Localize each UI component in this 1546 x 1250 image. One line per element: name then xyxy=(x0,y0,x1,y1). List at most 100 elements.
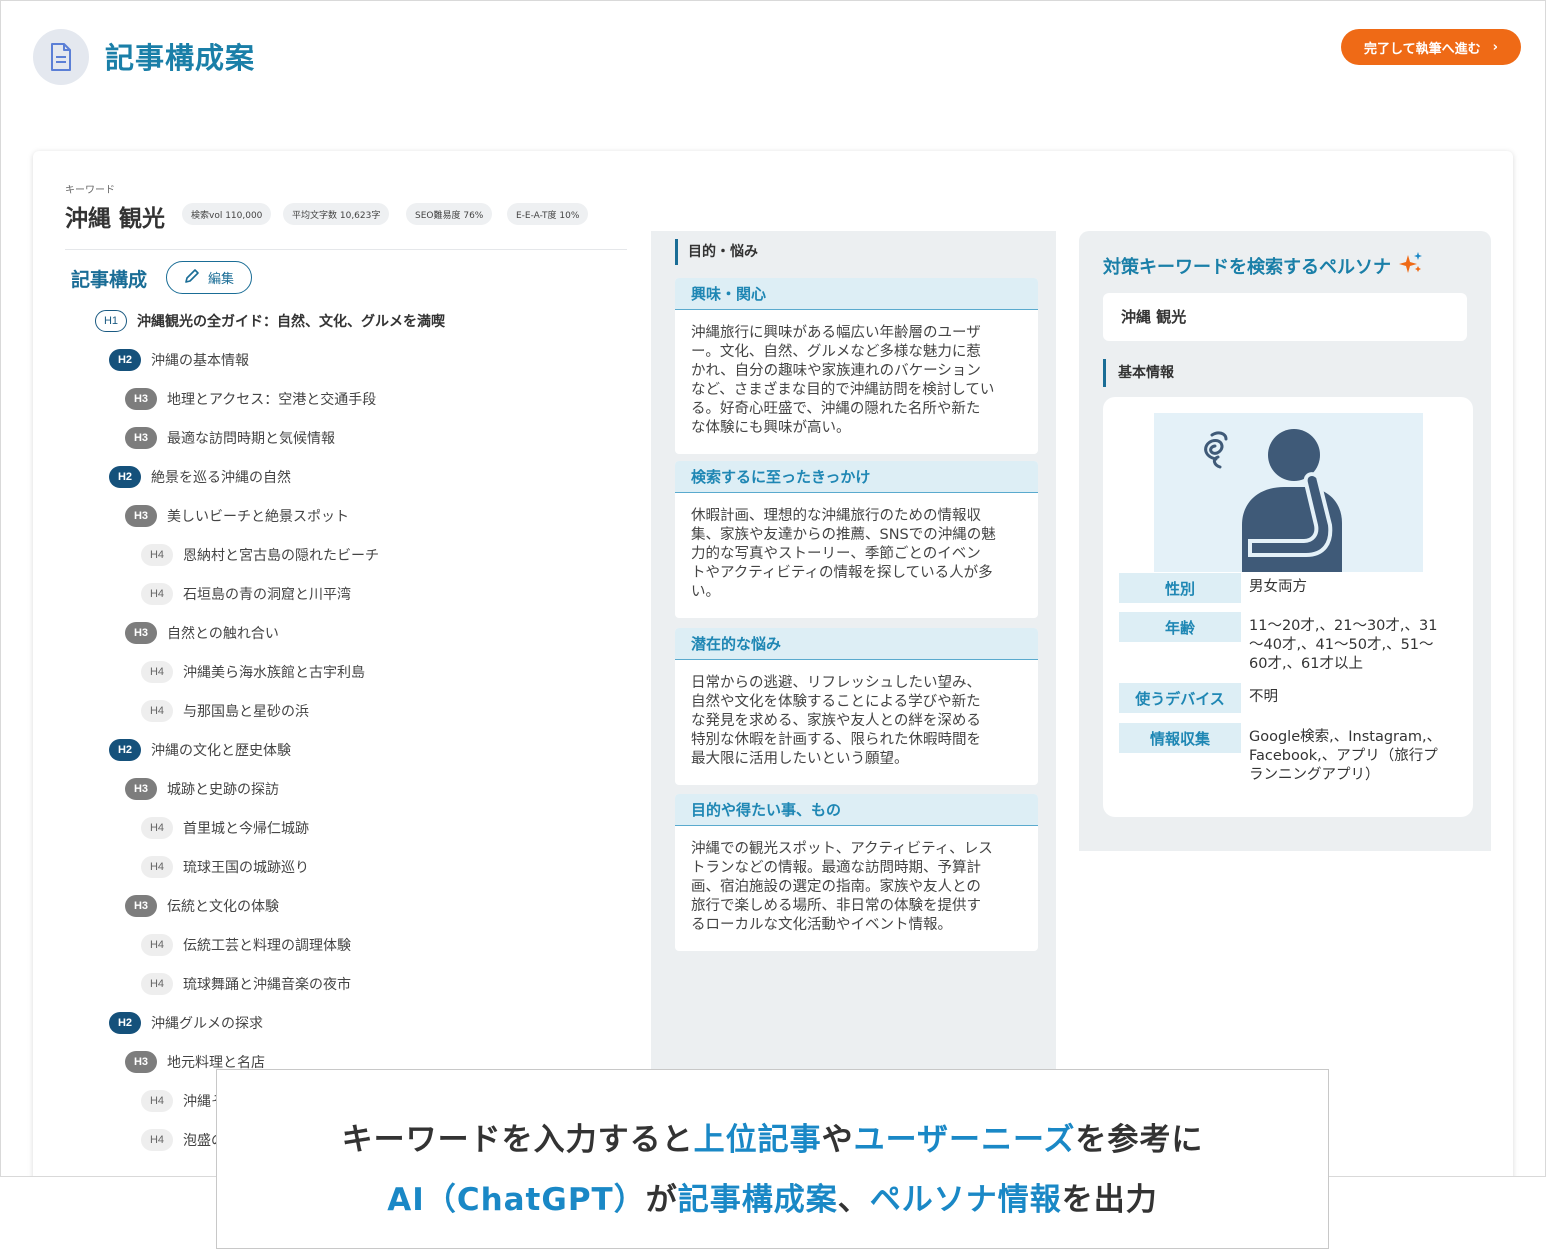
outline-item-text: 琉球舞踊と沖縄音楽の夜市 xyxy=(183,977,351,993)
outline-item[interactable]: H4 石垣島の青の洞窟と川平湾 xyxy=(141,583,351,605)
outline-item[interactable]: H2 沖縄グルメの探求 xyxy=(109,1012,263,1034)
outline-item-text: 琉球王国の城跡巡り xyxy=(183,860,309,876)
caption-highlight: 上位記事 xyxy=(693,1122,822,1158)
body-line: 最大限に活用したいという願望。 xyxy=(691,751,909,767)
app-window: 記事構成案 完了して執筆へ進む › キーワード 沖縄 観光 検索vol 110,… xyxy=(0,0,1546,1177)
purpose-panel: 目的・悩み 興味・関心 沖縄旅行に興味がある幅広い年齢層のユーザ ー。文化、自然、グ… xyxy=(651,231,1056,1176)
body-line: 旅行で楽しめる場所、非日常の体験を提供す xyxy=(691,898,981,914)
caption-line-1: キーワードを入力すると上位記事やユーザーニーズを参考に xyxy=(217,1114,1328,1159)
body-line: 休暇計画、理想的な沖縄旅行のための情報収 xyxy=(691,508,981,524)
caption-highlight: AI（ChatGPT） xyxy=(387,1182,646,1218)
heading-level-tag: H2 xyxy=(109,349,141,371)
body-line: い。 xyxy=(691,584,720,600)
sparkle-icon xyxy=(1399,251,1423,280)
outline-item[interactable]: H3 城跡と史跡の探訪 xyxy=(125,778,279,800)
outline-item[interactable]: H3 美しいビーチと絶景スポット xyxy=(125,505,349,527)
caption-box: キーワードを入力すると上位記事やユーザーニーズを参考に AI（ChatGPT）が… xyxy=(216,1069,1329,1249)
outline-item-text: 美しいビーチと絶景スポット xyxy=(167,509,349,525)
outline-item[interactable]: H4 沖縄そ xyxy=(141,1090,225,1112)
attribute-value-line: 11〜20才,、21〜30才,、31 xyxy=(1249,618,1438,634)
outline-item[interactable]: H4 与那国島と星砂の浜 xyxy=(141,700,309,722)
persona-title-text: 対策キーワードを検索するペルソナ xyxy=(1103,256,1391,278)
attribute-label: 性別 xyxy=(1119,573,1241,603)
outline-item-text: 沖縄美ら海水族館と古宇利島 xyxy=(183,665,365,681)
heading-level-tag: H4 xyxy=(141,856,173,878)
pencil-icon xyxy=(184,268,200,288)
outline-item-text: 沖縄の文化と歴史体験 xyxy=(151,743,291,759)
outline-item[interactable]: H3 地理とアクセス：空港と交通手段 xyxy=(125,388,376,410)
attribute-label: 使うデバイス xyxy=(1119,683,1241,713)
purpose-section-title: 潜在的な悩み xyxy=(675,628,1038,660)
outline-item-text: 石垣島の青の洞窟と川平湾 xyxy=(183,587,351,603)
body-line: ー。文化、自然、グルメなど多様な魅力に惹 xyxy=(691,344,981,360)
body-line: 特別な休暇を計画する、限られた休暇時間を xyxy=(691,732,981,748)
outline-item[interactable]: H4 琉球王国の城跡巡り xyxy=(141,856,309,878)
body-line: 沖縄旅行に興味がある幅広い年齢層のユーザ xyxy=(691,325,981,341)
purpose-section-title: 検索するに至ったきっかけ xyxy=(675,461,1038,493)
purpose-section: 潜在的な悩み 日常からの逃避、リフレッシュしたい望み、 自然や文化を体験することによ… xyxy=(675,628,1038,785)
body-line: 集、家族や友達からの推薦、SNSでの沖縄の魅 xyxy=(691,527,996,543)
heading-level-tag: H3 xyxy=(125,388,157,410)
heading-level-tag: H4 xyxy=(141,1090,173,1112)
outline-item-text: 沖縄の基本情報 xyxy=(151,353,249,369)
outline-item-text: 伝統と文化の体験 xyxy=(167,899,279,915)
search-volume-badge: 検索vol 110,000 xyxy=(182,203,272,225)
purpose-heading: 目的・悩み xyxy=(675,239,758,265)
outline-item-text: 恩納村と宮古島の隠れたビーチ xyxy=(183,548,379,564)
attribute-value: 不明 xyxy=(1249,688,1464,707)
outline-item-text: 地理とアクセス：空港と交通手段 xyxy=(167,392,377,408)
outline-item[interactable]: H1 沖縄観光の全ガイド：自然、文化、グルメを満喫 xyxy=(95,310,445,332)
body-line: 画、宿泊施設の選定の指南。家族や友人との xyxy=(691,879,981,895)
attribute-value-line: 男女両方 xyxy=(1249,579,1307,595)
outline-item-text: 最適な訪問時期と気候情報 xyxy=(167,431,335,447)
edit-button[interactable]: 編集 xyxy=(166,261,252,294)
complete-and-write-button[interactable]: 完了して執筆へ進む › xyxy=(1341,29,1521,65)
outline-item-text: 絶景を巡る沖縄の自然 xyxy=(151,470,291,486)
body-line: 自然や文化を体験することによる学びや新た xyxy=(691,694,981,710)
body-line: トランなどの情報。最適な訪問時期、予算計 xyxy=(691,860,981,876)
attribute-value-line: 不明 xyxy=(1249,689,1278,705)
outline-item[interactable]: H2 絶景を巡る沖縄の自然 xyxy=(109,466,291,488)
persona-panel: 対策キーワードを検索するペルソナ 沖縄 観光 基本情報 性別 男女両方 年齢 1… xyxy=(1079,231,1491,851)
edit-button-label: 編集 xyxy=(207,272,234,287)
heading-level-tag: H2 xyxy=(109,739,141,761)
purpose-section-body: 沖縄での観光スポット、アクティビティ、レス トランなどの情報。最適な訪問時期、予算… xyxy=(675,826,1038,951)
outline-item[interactable]: H4 首里城と今帰仁城跡 xyxy=(141,817,309,839)
outline-item[interactable]: H4 琉球舞踊と沖縄音楽の夜市 xyxy=(141,973,351,995)
outline-item[interactable]: H2 沖縄の文化と歴史体験 xyxy=(109,739,291,761)
seo-difficulty-badge: SEO難易度 76% xyxy=(406,203,493,225)
outline-item[interactable]: H3 自然との触れ合い xyxy=(125,622,279,644)
persona-title: 対策キーワードを検索するペルソナ xyxy=(1103,251,1423,280)
caption-text: や xyxy=(821,1122,854,1158)
divider xyxy=(65,249,627,250)
attribute-value: Google検索,、Instagram,、 Facebook,、アプリ（旅行プ ラン… xyxy=(1249,728,1464,785)
outline-item-text: 伝統工芸と料理の調理体験 xyxy=(183,938,351,954)
outline-item[interactable]: H4 恩納村と宮古島の隠れたビーチ xyxy=(141,544,379,566)
heading-level-tag: H4 xyxy=(141,583,173,605)
heading-level-tag: H2 xyxy=(109,466,141,488)
outline-title: 記事構成 xyxy=(71,269,148,291)
purpose-section-body: 沖縄旅行に興味がある幅広い年齢層のユーザ ー。文化、自然、グルメなど多様な魅力に惹… xyxy=(675,310,1038,454)
outline-item[interactable]: H4 泡盛の xyxy=(141,1129,225,1151)
heading-level-tag: H4 xyxy=(141,1129,173,1151)
attribute-value-line: 〜40才,、41〜50才,、51〜 xyxy=(1249,637,1434,653)
purpose-section-body: 日常からの逃避、リフレッシュしたい望み、 自然や文化を体験することによる学びや新た… xyxy=(675,660,1038,785)
heading-level-tag: H4 xyxy=(141,700,173,722)
outline-item[interactable]: H3 伝統と文化の体験 xyxy=(125,895,279,917)
caption-line-2: AI（ChatGPT）が記事構成案、ペルソナ情報を出力 xyxy=(217,1174,1328,1219)
attribute-value: 11〜20才,、21〜30才,、31 〜40才,、41〜50才,、51〜 60才,、… xyxy=(1249,617,1464,674)
outline-item[interactable]: H3 最適な訪問時期と気候情報 xyxy=(125,427,335,449)
caption-text: が xyxy=(645,1182,678,1218)
outline-item[interactable]: H2 沖縄の基本情報 xyxy=(109,349,249,371)
heading-level-tag: H4 xyxy=(141,544,173,566)
outline-item[interactable]: H4 沖縄美ら海水族館と古宇利島 xyxy=(141,661,365,683)
caption-highlight: 記事構成案 xyxy=(677,1182,838,1218)
body-line: トやアクティビティの情報を探している人が多 xyxy=(691,565,993,581)
content-card: キーワード 沖縄 観光 検索vol 110,000 平均文字数 10,623字 … xyxy=(33,151,1513,1176)
keyword-label: キーワード xyxy=(65,185,115,196)
outline-item[interactable]: H4 伝統工芸と料理の調理体験 xyxy=(141,934,351,956)
heading-level-tag: H3 xyxy=(125,622,157,644)
avg-char-count-badge: 平均文字数 10,623字 xyxy=(283,203,390,225)
attribute-value-line: ランニングアプリ） xyxy=(1249,767,1380,783)
attribute-value-line: Facebook,、アプリ（旅行プ xyxy=(1249,748,1438,764)
